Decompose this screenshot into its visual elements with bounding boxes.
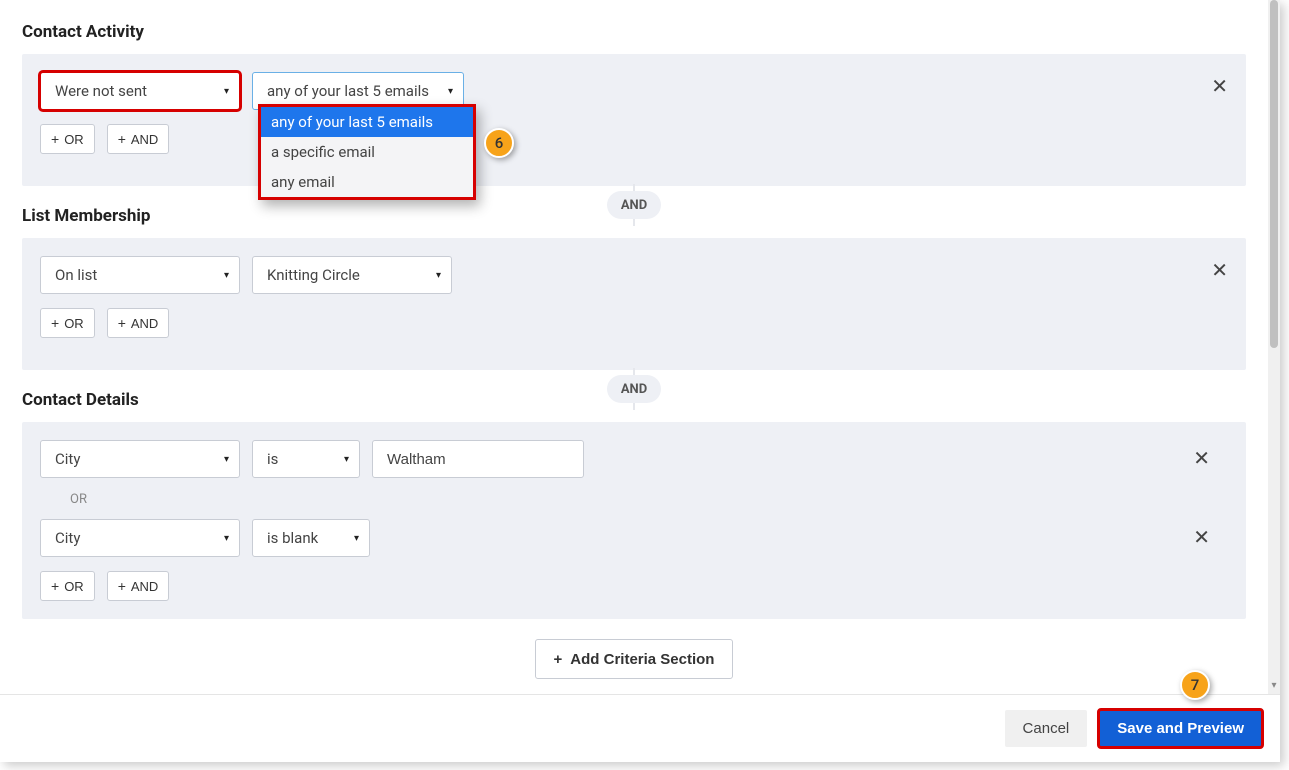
remove-row-icon[interactable]: ✕	[1193, 448, 1210, 468]
callout-badge-7: 7	[1180, 670, 1210, 700]
select-detail-op-2[interactable]: is blank ▾	[252, 519, 370, 557]
select-value: is	[267, 450, 278, 468]
detail-value-input-1[interactable]	[372, 440, 584, 478]
add-or-button[interactable]: + OR	[40, 308, 95, 338]
criteria-block-contact-activity: Were not sent ▾ any of your last 5 email…	[22, 54, 1246, 186]
select-value: City	[55, 529, 80, 547]
select-value: any of your last 5 emails	[267, 82, 429, 100]
select-list-name[interactable]: Knitting Circle ▾	[252, 256, 452, 294]
plus-icon: +	[51, 578, 59, 594]
app-viewport: Contact Activity Were not sent ▾ any of …	[0, 0, 1280, 762]
button-label: OR	[64, 579, 84, 594]
dropdown-option-any[interactable]: any email	[261, 167, 473, 197]
dropdown-option-last5[interactable]: any of your last 5 emails	[261, 107, 473, 137]
select-value: Knitting Circle	[267, 266, 360, 284]
add-and-button[interactable]: + AND	[107, 571, 170, 601]
add-and-button[interactable]: + AND	[107, 308, 170, 338]
plus-icon: +	[118, 315, 126, 331]
select-detail-field-2[interactable]: City ▾	[40, 519, 240, 557]
save-and-preview-button[interactable]: Save and Preview	[1099, 710, 1262, 747]
chevron-down-icon: ▾	[354, 533, 359, 544]
select-value: is blank	[267, 529, 318, 547]
plus-icon: +	[118, 131, 126, 147]
chevron-down-icon: ▾	[224, 533, 229, 544]
criteria-block-contact-details: City ▾ is ▾ ✕ OR City ▾ is blank ▾	[22, 422, 1246, 619]
button-label: AND	[131, 316, 158, 331]
criteria-block-list-membership: On list ▾ Knitting Circle ▾ + OR + AND ✕	[22, 238, 1246, 370]
select-contact-activity-condition[interactable]: Were not sent ▾	[40, 72, 240, 110]
plus-icon: +	[118, 578, 126, 594]
button-label: AND	[131, 579, 158, 594]
select-value: On list	[55, 266, 97, 284]
chevron-down-icon: ▾	[344, 454, 349, 465]
plus-icon: +	[51, 315, 59, 331]
button-label: AND	[131, 132, 158, 147]
footer-bar: Cancel Save and Preview	[0, 694, 1280, 762]
remove-block-icon[interactable]: ✕	[1211, 260, 1228, 280]
scope-dropdown-panel: any of your last 5 emails a specific ema…	[258, 104, 476, 200]
button-label: Add Criteria Section	[570, 651, 714, 668]
add-criteria-button[interactable]: + Add Criteria Section	[535, 639, 734, 679]
and-pill: AND	[607, 375, 661, 403]
add-criteria-wrap: + Add Criteria Section	[0, 639, 1268, 679]
button-label: OR	[64, 316, 84, 331]
or-label: OR	[70, 492, 1228, 507]
select-value: City	[55, 450, 80, 468]
plus-icon: +	[554, 651, 563, 668]
button-label: OR	[64, 132, 84, 147]
chevron-down-icon: ▾	[224, 270, 229, 281]
and-connector: AND	[0, 370, 1268, 408]
add-or-button[interactable]: + OR	[40, 571, 95, 601]
scrollbar-track[interactable]: ▾	[1268, 0, 1280, 694]
and-connector: AND	[0, 186, 1268, 224]
add-and-button[interactable]: + AND	[107, 124, 170, 154]
main-content: Contact Activity Were not sent ▾ any of …	[0, 0, 1268, 694]
select-list-status[interactable]: On list ▾	[40, 256, 240, 294]
chevron-down-icon: ▾	[448, 86, 453, 97]
chevron-down-icon: ▾	[224, 86, 229, 97]
chevron-down-icon: ▾	[224, 454, 229, 465]
scrollbar-thumb[interactable]	[1270, 0, 1278, 348]
select-detail-field-1[interactable]: City ▾	[40, 440, 240, 478]
callout-badge-6: 6	[484, 128, 514, 158]
select-value: Were not sent	[55, 82, 147, 100]
add-or-button[interactable]: + OR	[40, 124, 95, 154]
and-pill: AND	[607, 191, 661, 219]
scrollbar-down-icon[interactable]: ▾	[1268, 680, 1280, 692]
remove-block-icon[interactable]: ✕	[1211, 76, 1228, 96]
dropdown-option-specific[interactable]: a specific email	[261, 137, 473, 167]
remove-row-icon[interactable]: ✕	[1193, 527, 1210, 547]
chevron-down-icon: ▾	[436, 270, 441, 281]
select-detail-op-1[interactable]: is ▾	[252, 440, 360, 478]
section-title-contact-activity: Contact Activity	[22, 22, 1268, 42]
cancel-button[interactable]: Cancel	[1005, 710, 1088, 747]
plus-icon: +	[51, 131, 59, 147]
